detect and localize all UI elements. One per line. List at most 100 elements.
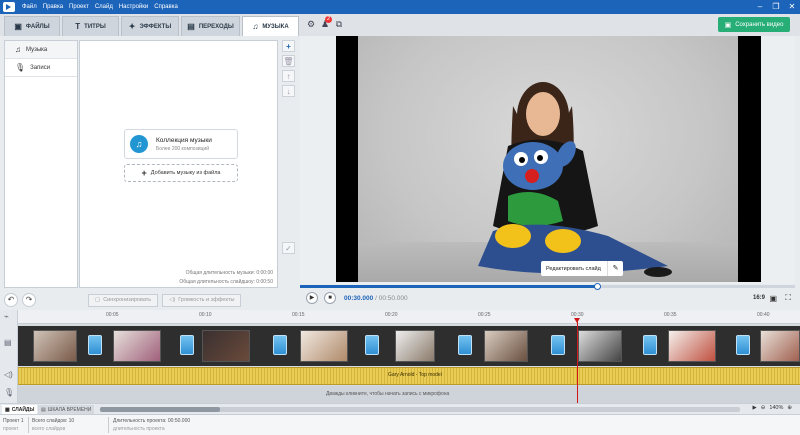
slide-thumbnail[interactable]: [578, 330, 622, 362]
timeline-settings-icon[interactable]: ⌁: [4, 312, 9, 321]
menu-edit[interactable]: Правка: [40, 0, 66, 14]
delete-icon[interactable]: 🗑: [282, 55, 295, 67]
stop-icon[interactable]: ■: [324, 292, 336, 304]
slide-thumbnail[interactable]: [202, 330, 250, 362]
transition-thumbnail[interactable]: [551, 335, 565, 355]
slide-thumbnail[interactable]: [395, 330, 435, 362]
ruler-tick: 00:20: [385, 312, 398, 318]
save-icon: ▣: [724, 21, 732, 29]
sidebar-item-music[interactable]: ♫ Музыка: [5, 41, 77, 59]
undo-row: ↶ ↷ ▢ Синхронизировать ◁) Громкость и эффе…: [4, 292, 242, 308]
music-content-panel: ♫ Коллекция музыки Более 200 композиций …: [79, 40, 278, 288]
add-music-from-file-button[interactable]: + Добавить музыку из файла: [124, 164, 238, 182]
sync-button[interactable]: ▢ Синхронизировать: [88, 293, 159, 307]
audio-track[interactable]: Gary Arnold - Top model: [18, 367, 800, 385]
menu-project[interactable]: Проект: [66, 0, 92, 14]
menu-settings[interactable]: Настройки: [116, 0, 151, 14]
time-display: 00:30.000 / 00:50.000: [344, 294, 408, 302]
sync-icon: ▢: [95, 297, 101, 303]
transition-thumbnail[interactable]: [273, 335, 287, 355]
edit-slide-button[interactable]: Редактировать слайд ✎: [541, 261, 623, 276]
slides-track[interactable]: [18, 326, 800, 366]
tab-titles[interactable]: T ТИТРЫ: [62, 16, 119, 36]
menu-help[interactable]: Справка: [151, 0, 181, 14]
undo-icon[interactable]: ↶: [4, 293, 18, 307]
volume-effects-button[interactable]: ◁) Громкость и эффекты: [162, 293, 242, 307]
tab-effects[interactable]: ✦ ЭФФЕКТЫ: [121, 16, 179, 36]
slide-thumbnail[interactable]: [33, 330, 77, 362]
preview-canvas[interactable]: Редактировать слайд ✎: [336, 36, 761, 282]
music-collection-button[interactable]: ♫ Коллекция музыки Более 200 композиций: [124, 129, 238, 159]
tab-music[interactable]: ♫ МУЗЫКА: [242, 16, 299, 36]
ruler-tick: 00:15: [292, 312, 305, 318]
add-icon[interactable]: +: [282, 40, 295, 52]
move-down-icon[interactable]: ↓: [282, 85, 295, 97]
save-video-button[interactable]: ▣ Сохранить видео: [718, 17, 790, 32]
bottom-bar: ▦ СЛАЙДЫ ▤ ШКАЛА ВРЕМЕНИ ▶ ⊖ 140% ⊕: [0, 403, 800, 414]
mic-track-icon: 🎙: [4, 388, 15, 397]
aspect-ratio-selector[interactable]: 16:9: [753, 295, 765, 301]
zoom-level: 140%: [769, 405, 784, 411]
project-name-shadow: проект: [3, 426, 19, 432]
video-preview: Редактировать слайд ✎: [300, 36, 795, 284]
playback-progress[interactable]: [300, 283, 795, 290]
transition-thumbnail[interactable]: [458, 335, 472, 355]
progress-knob[interactable]: [594, 283, 601, 290]
zoom-control: ▶ ⊖ 140% ⊕: [750, 405, 794, 411]
main-menu: Файл Правка Проект Слайд Настройки Справ…: [19, 0, 181, 14]
redo-icon[interactable]: ↷: [22, 293, 36, 307]
menu-slide[interactable]: Слайд: [92, 0, 116, 14]
slide-thumbnail[interactable]: [668, 330, 716, 362]
close-icon[interactable]: ✕: [784, 0, 800, 14]
slides-count-shadow: всего слайдов: [32, 426, 66, 432]
minimize-icon[interactable]: –: [752, 0, 768, 14]
notification-badge: 2: [325, 16, 332, 23]
tab-slides[interactable]: ▦ СЛАЙДЫ: [2, 405, 38, 414]
progress-fill: [300, 285, 597, 288]
folder-icon: ▣: [14, 22, 22, 31]
scrollbar-thumb[interactable]: [100, 407, 220, 412]
sidebar-item-recordings[interactable]: 🎙 Записи: [5, 59, 77, 77]
check-icon[interactable]: ✓: [282, 242, 295, 254]
slide-thumbnail[interactable]: [760, 330, 800, 362]
slide-thumbnail[interactable]: [484, 330, 528, 362]
crop-icon[interactable]: ▣: [769, 294, 777, 303]
scroll-right-icon[interactable]: ▶: [752, 405, 756, 411]
transitions-icon: ▤: [187, 22, 195, 31]
timeline-playhead[interactable]: [574, 318, 580, 403]
track-headers: ⌁ ▤ ◁) 🎙: [0, 310, 18, 403]
mic-hint: Дважды кликните, чтобы начать запись с м…: [326, 391, 450, 397]
zoom-out-icon[interactable]: ⊖: [761, 405, 766, 411]
slide-thumbnail[interactable]: [300, 330, 348, 362]
tab-files[interactable]: ▣ ФАЙЛЫ: [4, 16, 60, 36]
transition-thumbnail[interactable]: [180, 335, 194, 355]
speaker-icon: ◁): [169, 297, 176, 303]
slide-thumbnail[interactable]: [113, 330, 161, 362]
tabs-bar: ▣ ФАЙЛЫ T ТИТРЫ ✦ ЭФФЕКТЫ ▤ ПЕРЕХОДЫ ♫ МУЗЫКА: [0, 14, 800, 36]
move-up-icon[interactable]: ↑: [282, 70, 295, 82]
transition-thumbnail[interactable]: [643, 335, 657, 355]
time-ruler[interactable]: 00:05 00:10 00:15 00:20 00:25 00:30 00:3…: [18, 310, 800, 324]
tab-transitions[interactable]: ▤ ПЕРЕХОДЫ: [181, 16, 240, 36]
fullscreen-icon[interactable]: ⛶: [785, 293, 791, 303]
share-icon[interactable]: ⧉: [332, 17, 346, 31]
bell-icon[interactable]: ♟ 2: [318, 16, 332, 31]
microphone-track[interactable]: Дважды кликните, чтобы начать запись с м…: [18, 386, 800, 403]
zoom-in-icon[interactable]: ⊕: [787, 405, 792, 411]
transition-thumbnail[interactable]: [365, 335, 379, 355]
window-controls: – ❐ ✕: [752, 0, 800, 14]
gear-icon[interactable]: ⚙: [304, 17, 318, 31]
menu-file[interactable]: Файл: [19, 0, 40, 14]
ruler-tick: 00:40: [757, 312, 770, 318]
transition-thumbnail[interactable]: [736, 335, 750, 355]
ruler-tick: 00:25: [478, 312, 491, 318]
video-track-icon: ▤: [4, 338, 12, 347]
restore-icon[interactable]: ❐: [768, 0, 784, 14]
play-icon[interactable]: ▶: [306, 292, 318, 304]
project-duration: Длительность проекта: 00:50.000: [113, 418, 191, 424]
transition-thumbnail[interactable]: [88, 335, 102, 355]
slides-icon: ▦: [5, 406, 10, 413]
timeline-scrollbar[interactable]: [100, 407, 740, 412]
tab-timeline[interactable]: ▤ ШКАЛА ВРЕМЕНИ: [38, 405, 95, 414]
timeline: ⌁ ▤ ◁) 🎙 00:05 00:10 00:15 00:20 00:25 0…: [0, 310, 800, 403]
